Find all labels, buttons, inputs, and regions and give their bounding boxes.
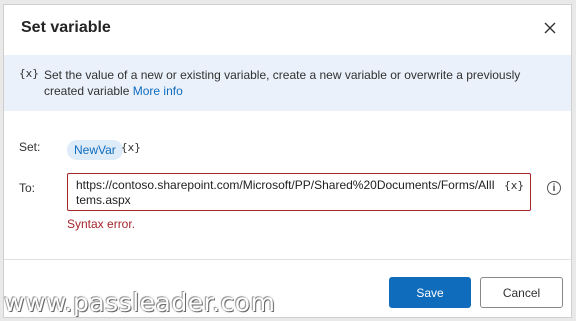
info-icon[interactable]: i xyxy=(547,181,561,195)
dialog-header: Set variable xyxy=(4,5,571,53)
banner-description: Set the value of a new or existing varia… xyxy=(44,67,544,99)
save-button[interactable]: Save xyxy=(389,277,471,308)
set-label: Set: xyxy=(19,140,41,154)
to-value-text: https://contoso.sharepoint.com/Microsoft… xyxy=(76,178,495,207)
variable-name-chip[interactable]: NewVar xyxy=(67,140,123,160)
more-info-link[interactable]: More info xyxy=(133,84,183,98)
footer-divider xyxy=(4,259,571,260)
close-icon xyxy=(544,22,556,34)
cancel-button[interactable]: Cancel xyxy=(480,277,563,308)
variable-icon: {x} xyxy=(19,67,39,80)
to-value-input[interactable]: https://contoso.sharepoint.com/Microsoft… xyxy=(67,173,531,211)
syntax-error-message: Syntax error. xyxy=(67,217,136,231)
to-label: To: xyxy=(19,181,36,195)
close-button[interactable] xyxy=(539,17,561,39)
banner-text: Set the value of a new or existing varia… xyxy=(44,68,521,98)
to-variable-button[interactable]: {x} xyxy=(504,179,524,192)
set-variable-dialog: Set variable {x} Set the value of a new … xyxy=(3,4,572,318)
set-variable-button[interactable]: {x} xyxy=(121,141,141,154)
dialog-title: Set variable xyxy=(21,19,111,36)
